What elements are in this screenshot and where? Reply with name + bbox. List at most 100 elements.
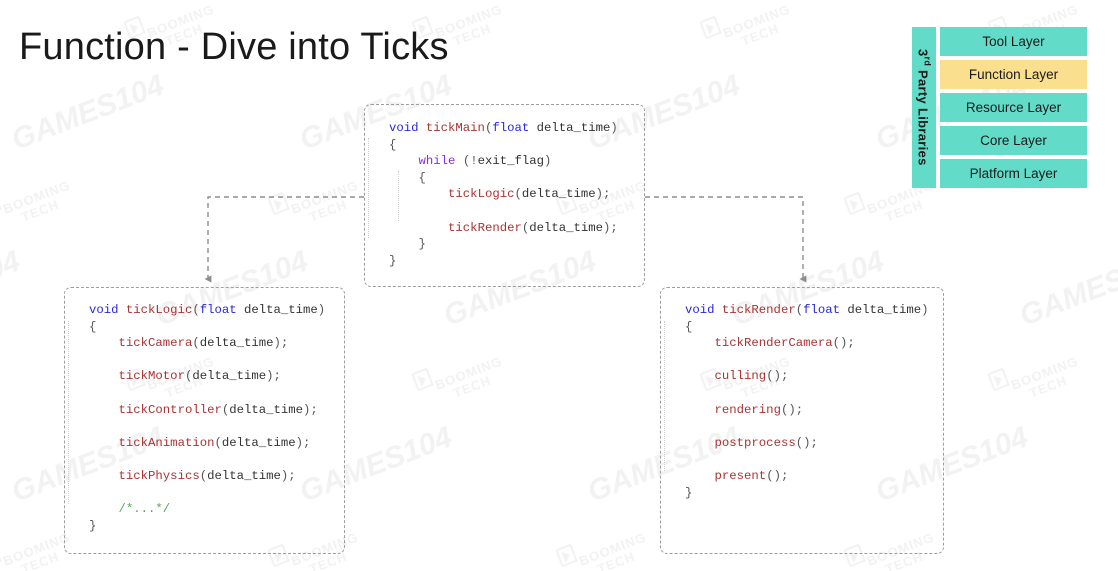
- code-token: delta_time: [221, 435, 296, 450]
- code-token: delta_time: [207, 468, 281, 483]
- code-line: {: [389, 137, 644, 154]
- code-token: (: [192, 336, 200, 351]
- code-token: rendering: [714, 402, 781, 417]
- code-token: tickPhysics: [118, 468, 200, 483]
- layer-box-core-layer[interactable]: Core Layer: [940, 126, 1087, 155]
- code-token: ();: [780, 402, 804, 417]
- code-token: tickRender: [448, 220, 522, 235]
- code-token: float: [199, 303, 244, 317]
- code-line: void tickMain(float delta_time): [389, 120, 644, 137]
- code-line: }: [685, 485, 943, 502]
- code-token: ): [544, 154, 552, 169]
- code-token: tickCamera: [118, 336, 193, 351]
- code-token: (: [795, 303, 804, 317]
- code-token: while: [418, 154, 456, 169]
- code-line: }: [389, 253, 644, 270]
- code-token: {: [89, 319, 97, 334]
- code-token: void: [685, 303, 722, 317]
- code-block-tickmain[interactable]: void tickMain(float delta_time){ while (…: [364, 104, 645, 287]
- code-line: /*...*/: [89, 501, 344, 518]
- code-token: tickLogic: [448, 187, 515, 202]
- code-line: }: [89, 518, 344, 535]
- code-token: /*...*/: [118, 502, 171, 517]
- code-token: (: [214, 435, 222, 450]
- code-token: delta_time: [529, 220, 604, 235]
- connector-tickmain-to-tickrender: [645, 196, 807, 283]
- code-token: );: [273, 336, 289, 351]
- code-token: delta_time: [536, 121, 611, 135]
- code-token: (!: [455, 154, 478, 169]
- code-line: void tickRender(float delta_time): [685, 302, 943, 319]
- code-block-ticklogic[interactable]: void tickLogic(float delta_time){ tickCa…: [64, 287, 345, 554]
- code-line: }: [389, 236, 644, 253]
- code-token: }: [685, 485, 693, 500]
- code-token: float: [492, 121, 537, 135]
- code-token: delta_time: [199, 336, 274, 351]
- code-token: void: [89, 303, 126, 317]
- code-token: tickMotor: [118, 369, 185, 384]
- code-line: {: [685, 319, 943, 336]
- code-token: );: [603, 220, 618, 235]
- code-token: ): [610, 121, 618, 135]
- code-token: ): [317, 303, 326, 317]
- code-token: }: [389, 237, 426, 252]
- code-token: }: [89, 518, 97, 533]
- code-token: ();: [795, 435, 818, 450]
- code-token: delta_time: [244, 303, 318, 317]
- code-token: tickController: [118, 402, 222, 417]
- layer-box-resource-layer[interactable]: Resource Layer: [940, 93, 1087, 122]
- code-token: tickLogic: [125, 303, 193, 317]
- layer-box-platform-layer[interactable]: Platform Layer: [940, 159, 1087, 188]
- code-line: void tickLogic(float delta_time): [89, 302, 344, 319]
- layer-label: Function Layer: [968, 67, 1059, 82]
- code-token: delta_time: [229, 402, 304, 417]
- layer-box-function-layer[interactable]: Function Layer: [940, 60, 1087, 89]
- third-party-rest: Party Libraries: [915, 66, 931, 166]
- code-token: delta_time: [847, 303, 922, 317]
- indent-guide: [664, 321, 666, 471]
- code-token: void: [389, 121, 426, 135]
- code-token: present: [714, 468, 767, 483]
- code-token: tickAnimation: [118, 435, 215, 450]
- code-line: postprocess();: [685, 435, 943, 452]
- code-block-tickrender[interactable]: void tickRender(float delta_time){ tickR…: [660, 287, 944, 554]
- code-line: {: [89, 319, 344, 336]
- code-line: culling();: [685, 368, 943, 385]
- code-line: tickPhysics(delta_time);: [89, 468, 344, 485]
- code-token: );: [266, 369, 281, 384]
- code-token: delta_time: [192, 369, 267, 384]
- layer-stack: Tool Layer Function Layer Resource Layer Co…: [940, 27, 1087, 188]
- layer-label: Platform Layer: [969, 166, 1058, 181]
- third-party-libraries-bar: 3rd Party Libraries: [912, 27, 936, 188]
- code-line: tickLogic(delta_time);: [389, 186, 644, 203]
- code-token: );: [595, 187, 611, 202]
- code-token: (: [199, 468, 208, 483]
- layer-label: Resource Layer: [965, 100, 1062, 115]
- layer-box-tool-layer[interactable]: Tool Layer: [940, 27, 1087, 56]
- connector-tickmain-to-ticklogic: [204, 196, 364, 283]
- code-line: tickRenderCamera();: [685, 335, 943, 352]
- code-token: tickRenderCamera: [714, 336, 833, 351]
- code-line: present();: [685, 468, 943, 485]
- code-line: while (!exit_flag): [389, 153, 644, 170]
- architecture-layer-legend: 3rd Party Libraries Tool Layer Function L…: [912, 27, 1087, 188]
- code-token: postprocess: [714, 435, 796, 450]
- code-line: tickMotor(delta_time);: [89, 368, 344, 385]
- code-line: tickCamera(delta_time);: [89, 335, 344, 352]
- code-line: rendering();: [685, 402, 943, 419]
